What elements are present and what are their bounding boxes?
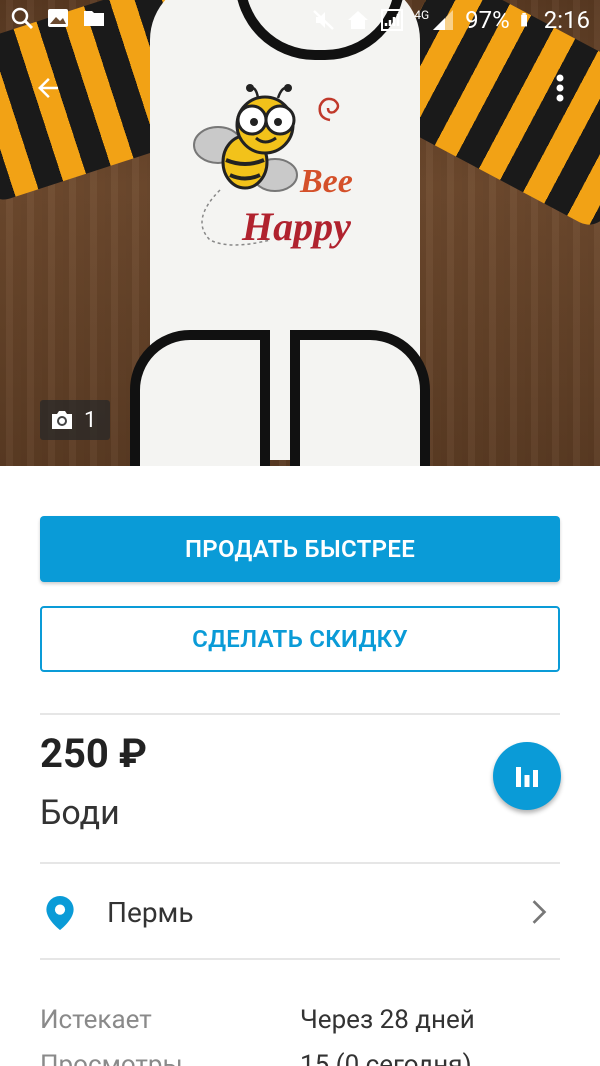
divider	[40, 713, 560, 715]
listing-price: 250 ₽	[40, 730, 148, 777]
divider	[40, 862, 560, 864]
detail-value: Через 28 дней	[300, 1005, 475, 1035]
chevron-right-icon	[532, 900, 547, 924]
battery-icon	[520, 13, 527, 27]
print-text-happy: Happy	[241, 204, 351, 249]
camera-icon	[52, 411, 72, 429]
status-bar: 4G 97% 2:16	[0, 0, 600, 40]
battery-percent: 97%	[465, 6, 510, 34]
location-text: Пермь	[107, 896, 194, 929]
network-type: 4G	[414, 8, 430, 22]
detail-label: Истекает	[40, 1005, 152, 1035]
listing-title: Боди	[40, 793, 120, 833]
clock-time: 2:16	[543, 6, 590, 34]
more-options-button[interactable]	[540, 68, 580, 108]
folder-icon	[84, 11, 104, 26]
detail-value: 15 (0 сегодня)	[300, 1050, 472, 1066]
mute-icon	[313, 10, 335, 30]
sell-faster-button[interactable]: ПРОДАТЬ БЫСТРЕЕ	[40, 516, 560, 582]
gallery-icon	[48, 9, 68, 27]
bee-print-illustration: Bee Happy	[193, 84, 353, 249]
arrow-back-icon	[38, 78, 58, 98]
status-bar-right: 4G 97% 2:16	[312, 6, 590, 34]
location-pin-icon	[46, 896, 74, 930]
cell-signal-icon	[433, 10, 454, 30]
listing-photo[interactable]: Bee Happy 4G 97% 2:16 1	[0, 0, 600, 466]
statistics-button[interactable]	[493, 742, 561, 810]
home-sync-icon	[348, 11, 369, 29]
listing-screen: Bee Happy 4G 97% 2:16 1 ПРОДАТЬ БЫСТРЕЕ …	[0, 0, 600, 1066]
photo-leg-right	[290, 330, 430, 466]
search-icon	[11, 7, 34, 30]
status-bar-left	[10, 6, 106, 30]
photo-leg-left	[130, 330, 270, 466]
photo-count-value: 1	[84, 407, 97, 433]
divider	[40, 958, 560, 960]
location-row[interactable]: Пермь	[0, 866, 600, 958]
make-discount-button[interactable]: СДЕЛАТЬ СКИДКУ	[40, 606, 560, 672]
print-text-bee: Bee	[299, 163, 353, 200]
photo-count-badge[interactable]: 1	[40, 400, 110, 440]
back-button[interactable]	[28, 68, 68, 108]
more-vertical-icon	[556, 74, 564, 102]
detail-label: Просмотры	[40, 1050, 183, 1066]
bar-chart-icon	[516, 767, 538, 787]
signal-box-icon	[381, 9, 404, 31]
